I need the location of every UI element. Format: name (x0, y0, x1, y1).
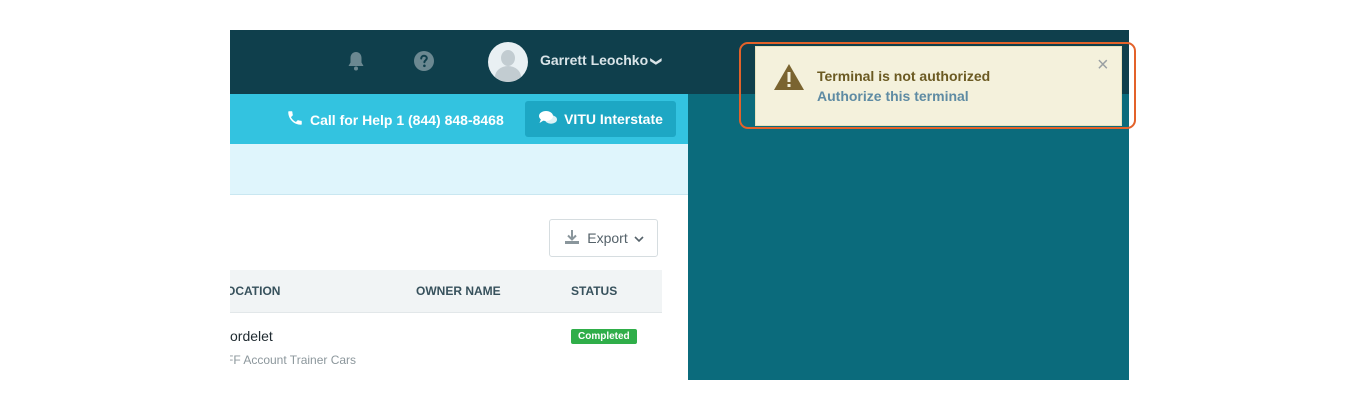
column-header-owner-name[interactable]: OWNER NAME (416, 284, 501, 298)
column-header-location[interactable]: OCATION (230, 284, 280, 298)
user-name: Garrett Leochko (540, 52, 649, 68)
close-icon[interactable]: × (1097, 55, 1109, 75)
row-location-sub: FF Account Trainer Cars (230, 353, 357, 367)
call-for-help-link[interactable]: Call for Help 1 (844) 848-8468 (286, 109, 504, 130)
export-button[interactable]: Export (549, 219, 658, 257)
info-bar (230, 144, 688, 195)
toast-title: Terminal is not authorized (817, 68, 991, 84)
status-badge: Completed (571, 329, 637, 344)
chat-button[interactable]: VITU Interstate (525, 101, 676, 137)
user-menu[interactable]: Garrett Leochko ❯ (540, 52, 663, 68)
row-location-name: ordelet (230, 328, 273, 344)
column-header-status[interactable]: STATUS (571, 284, 617, 298)
chevron-down-icon (634, 230, 644, 246)
warning-triangle-icon (773, 62, 805, 92)
avatar[interactable] (488, 42, 528, 82)
chat-bubbles-icon (538, 110, 558, 129)
question-circle-icon[interactable] (412, 49, 436, 73)
authorize-terminal-link[interactable]: Authorize this terminal (817, 88, 969, 104)
main-panel: Call for Help 1 (844) 848-8468 VITU Inte… (230, 94, 688, 380)
download-icon (563, 228, 581, 249)
terminal-alert-toast: Terminal is not authorized Authorize thi… (755, 46, 1122, 126)
bell-icon[interactable] (344, 49, 368, 73)
phone-icon (286, 109, 304, 130)
chat-button-label: VITU Interstate (564, 111, 663, 127)
table-header: OCATION OWNER NAME STATUS (230, 270, 662, 313)
call-for-help-label: Call for Help 1 (844) 848-8468 (310, 111, 504, 128)
help-bar: Call for Help 1 (844) 848-8468 VITU Inte… (230, 94, 688, 144)
export-label: Export (587, 230, 628, 246)
chevron-down-icon: ❯ (650, 56, 663, 67)
